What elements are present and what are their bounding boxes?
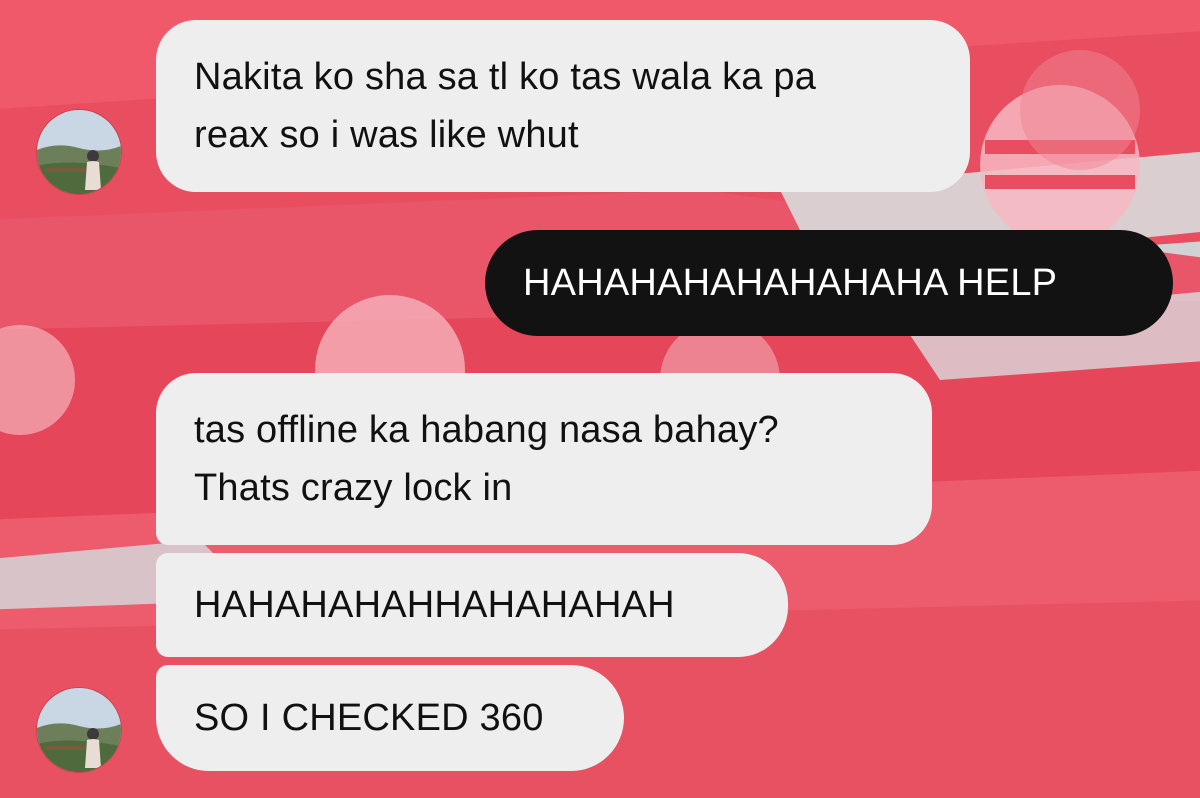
contact-avatar[interactable] (37, 110, 121, 194)
message-text: tas offline ka habang nasa bahay? Thats … (194, 409, 779, 509)
message-bubble-incoming[interactable]: SO I CHECKED 360 (156, 665, 624, 771)
message-bubble-incoming[interactable]: HAHAHAHAHHAHAHAHAH (156, 553, 788, 657)
contact-avatar[interactable] (37, 688, 121, 772)
contact-avatar-photo-icon (37, 688, 121, 772)
message-text: HAHAHAHAHHAHAHAHAH (194, 584, 675, 626)
message-text: HAHAHAHAHAHAHAHA HELP (523, 262, 1058, 304)
message-text: Nakita ko sha sa tl ko tas wala ka pa re… (194, 56, 817, 156)
message-bubble-incoming[interactable]: tas offline ka habang nasa bahay? Thats … (156, 373, 932, 545)
contact-avatar-photo-icon (37, 110, 121, 194)
message-bubble-outgoing[interactable]: HAHAHAHAHAHAHAHA HELP (485, 230, 1173, 336)
message-bubble-incoming[interactable]: Nakita ko sha sa tl ko tas wala ka pa re… (156, 20, 970, 192)
message-text: SO I CHECKED 360 (194, 697, 544, 739)
